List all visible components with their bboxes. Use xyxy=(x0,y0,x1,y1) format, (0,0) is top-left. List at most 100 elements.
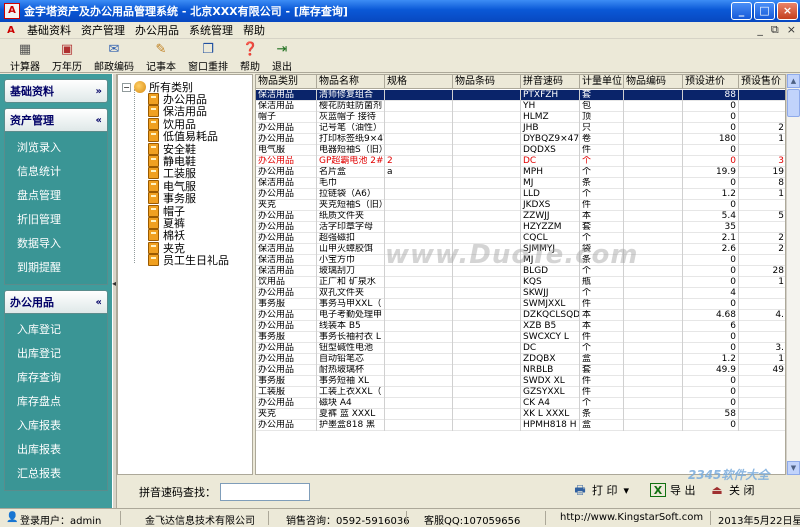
table-row[interactable]: 办公用品 拉链袋（A6） LLD 个 1.2 1 xyxy=(256,189,785,200)
window-arrange-button[interactable]: ❐ 窗口重排 xyxy=(182,40,234,73)
table-row[interactable]: 事务服 事务长袖衬衣 L SWCXCY L件 0 xyxy=(256,332,785,343)
table-row[interactable]: 电气服 电器短袖S（旧） DQDXS 件 0 xyxy=(256,145,785,156)
table-row[interactable]: 保洁用品 毛巾 MJ 条 0 8 xyxy=(256,178,785,189)
menu-office-supplies[interactable]: 办公用品 xyxy=(130,22,184,38)
table-cell xyxy=(739,255,785,266)
table-row[interactable]: 夹克 夹克短袖S（旧） JKDXS 件 0 xyxy=(256,200,785,211)
table-cell: 件 xyxy=(580,299,624,310)
nav-header-basic-data[interactable]: 基础资料 » xyxy=(4,79,108,103)
table-row[interactable]: 保洁用品 玻璃刮刀 BLGD 个 0 28 xyxy=(256,266,785,277)
table-row[interactable]: 办公用品 双孔文件夹 SKWJJ 个 4 xyxy=(256,288,785,299)
column-header[interactable]: 规格 xyxy=(385,75,453,89)
table-row[interactable]: 办公用品 线装本 B5 XZB B5 本 6 xyxy=(256,321,785,332)
menu-help[interactable]: 帮助 xyxy=(238,22,270,38)
close-button[interactable]: ⏏ 关 闭 xyxy=(709,482,754,498)
tree-node[interactable]: 员工生日礼品 xyxy=(148,252,229,268)
column-header[interactable]: 物品名称 xyxy=(317,75,385,89)
sidebar-item-stock-count[interactable]: 库存盘点 xyxy=(5,390,107,414)
mdi-close-button[interactable]: × xyxy=(787,23,796,37)
table-cell: 电子考勤处理申 xyxy=(317,310,385,321)
sidebar-item-browse-entry[interactable]: 浏览录入 xyxy=(5,136,107,160)
table-cell: 纸质文件夹 xyxy=(317,211,385,222)
sidebar-item-stock-in[interactable]: 入库登记 xyxy=(5,318,107,342)
scroll-thumb[interactable] xyxy=(787,89,800,117)
sidebar-item-stock-in-report[interactable]: 入库报表 xyxy=(5,414,107,438)
mdi-minimize-button[interactable]: _ xyxy=(757,23,763,37)
tree-collapse-icon[interactable]: − xyxy=(122,82,131,92)
pinyin-search-input[interactable] xyxy=(220,483,310,501)
table-row[interactable]: 事务服 事务马甲XXL（ SWMJXXL 件 0 xyxy=(256,299,785,310)
table-row[interactable]: 办公用品 耐热玻璃杯 NRBLB 套 49.9 49 xyxy=(256,365,785,376)
sidebar-item-data-import[interactable]: 数据导入 xyxy=(5,232,107,256)
table-row[interactable]: 办公用品 钮型碱性电池 DC 个 0 3. xyxy=(256,343,785,354)
column-header[interactable]: 物品条码 xyxy=(453,75,521,89)
help-button[interactable]: ❓ 帮助 xyxy=(234,40,266,73)
nav-header-office-supplies[interactable]: 办公用品 « xyxy=(4,290,108,314)
notepad-icon: ✎ xyxy=(155,42,167,57)
status-website[interactable]: http://www.KingstarSoft.com xyxy=(560,512,703,523)
maximize-button[interactable]: □ xyxy=(754,2,775,20)
table-row[interactable]: 办公用品 名片盒 a MPH 个 19.9 19 xyxy=(256,167,785,178)
table-row[interactable]: 事务服 事务短袖 XL SWDX XL 件 0 xyxy=(256,376,785,387)
status-qq: 客服QQ:107059656 xyxy=(424,516,521,527)
table-row[interactable]: 饮用品 正广和 矿泉水 KQS 瓶 0 1 xyxy=(256,277,785,288)
table-cell xyxy=(624,167,683,178)
menu-asset-management[interactable]: 资产管理 xyxy=(76,22,130,38)
table-row[interactable]: 办公用品 记号笔（油性） JHB 只 0 2 xyxy=(256,123,785,134)
table-cell xyxy=(453,145,521,156)
sidebar-item-statistics[interactable]: 信息统计 xyxy=(5,160,107,184)
minimize-button[interactable]: _ xyxy=(731,2,752,20)
table-cell: 事务马甲XXL（ xyxy=(317,299,385,310)
table-row[interactable]: 办公用品 自动铅笔芯 ZDQBX 盒 1.2 1 xyxy=(256,354,785,365)
calendar-button[interactable]: ▣ 万年历 xyxy=(46,40,88,73)
chevron-down-icon: » xyxy=(95,85,102,97)
table-row[interactable]: 保洁用品 清师修复组合 PTXFZH 套 88 xyxy=(256,90,785,101)
column-header[interactable]: 物品类别 xyxy=(256,75,317,89)
column-header[interactable]: 拼音速码 xyxy=(521,75,580,89)
table-row[interactable]: 办公用品 超强磁扣 CQCL 个 2.1 2 xyxy=(256,233,785,244)
table-row[interactable]: 办公用品 活字印章字母 HZYZZM 套 35 xyxy=(256,222,785,233)
menu-basic-data[interactable]: 基础资料 xyxy=(22,22,76,38)
table-row[interactable]: 办公用品 磁块 A4 CK A4 个 0 xyxy=(256,398,785,409)
table-row[interactable]: 办公用品 纸质文件夹 ZZWJJ 本 5.4 5 xyxy=(256,211,785,222)
sidebar-item-inventory-check[interactable]: 盘点管理 xyxy=(5,184,107,208)
table-cell xyxy=(739,299,785,310)
export-button[interactable]: X 导 出 xyxy=(650,482,696,498)
sidebar-item-summary-report[interactable]: 汇总报表 xyxy=(5,462,107,486)
postcode-button[interactable]: ✉ 邮政编码 xyxy=(88,40,140,73)
mdi-restore-button[interactable]: ⧉ xyxy=(771,23,779,37)
nav-header-asset-management[interactable]: 资产管理 « xyxy=(4,108,108,132)
vertical-scrollbar[interactable]: ▲ ▼ xyxy=(786,74,800,475)
table-cell: 2.6 xyxy=(683,244,739,255)
sidebar-item-depreciation[interactable]: 折旧管理 xyxy=(5,208,107,232)
help-icon: ❓ xyxy=(242,42,259,57)
table-row[interactable]: 工装服 工装上衣XXL（ GZSYXXL 件 0 xyxy=(256,387,785,398)
calculator-button[interactable]: ▦ 计算器 xyxy=(4,40,46,73)
column-header[interactable]: 计量单位 xyxy=(580,75,624,89)
table-cell: 3 xyxy=(739,156,785,167)
table-row[interactable]: 办公用品 打印标签纸9×47 DYBQZ9×47 卷 180 1 xyxy=(256,134,785,145)
table-row[interactable]: 保洁用品 山甲灭蟑胶饵 SJMMYJ 袋 2.6 2 xyxy=(256,244,785,255)
table-row[interactable]: 夹克 夏裤 蓝 XXXL XK L XXXL 条 58 xyxy=(256,409,785,420)
column-header[interactable]: 物品编码 xyxy=(624,75,683,89)
menu-system-management[interactable]: 系统管理 xyxy=(184,22,238,38)
sidebar-item-stock-query[interactable]: 库存查询 xyxy=(5,366,107,390)
table-row[interactable]: 办公用品 护墨盒818 黑 HPMH818 H盒 0 xyxy=(256,420,785,431)
print-dropdown-icon[interactable]: ▾ xyxy=(624,484,630,497)
notepad-button[interactable]: ✎ 记事本 xyxy=(140,40,182,73)
exit-button[interactable]: ⇥ 退出 xyxy=(266,40,298,73)
table-row[interactable]: 办公用品 GP超霸电池 2# 2 DC 个 0 3 xyxy=(256,156,785,167)
print-button[interactable]: 🖶 打 印 ▾ xyxy=(572,482,629,498)
column-header[interactable]: 预设售价 xyxy=(739,75,785,89)
table-row[interactable]: 办公用品 电子考勤处理申 DZKQCLSQD 本 4.68 4. xyxy=(256,310,785,321)
sidebar-item-stock-out-report[interactable]: 出库报表 xyxy=(5,438,107,462)
table-row[interactable]: 保洁用品 小宝方巾 MJ 条 0 xyxy=(256,255,785,266)
sidebar-item-expiry-reminder[interactable]: 到期提醒 xyxy=(5,256,107,280)
close-window-button[interactable]: × xyxy=(777,2,798,20)
scroll-up-icon[interactable]: ▲ xyxy=(787,74,800,88)
column-header[interactable]: 预设进价 xyxy=(683,75,739,89)
table-row[interactable]: 保洁用品 樱花防蛀防菌剂 YH 包 0 xyxy=(256,101,785,112)
table-row[interactable]: 帽子 灰蓝帽子 接待 HLMZ 顶 0 xyxy=(256,112,785,123)
sidebar-item-stock-out[interactable]: 出库登记 xyxy=(5,342,107,366)
scroll-down-icon[interactable]: ▼ xyxy=(787,461,800,475)
